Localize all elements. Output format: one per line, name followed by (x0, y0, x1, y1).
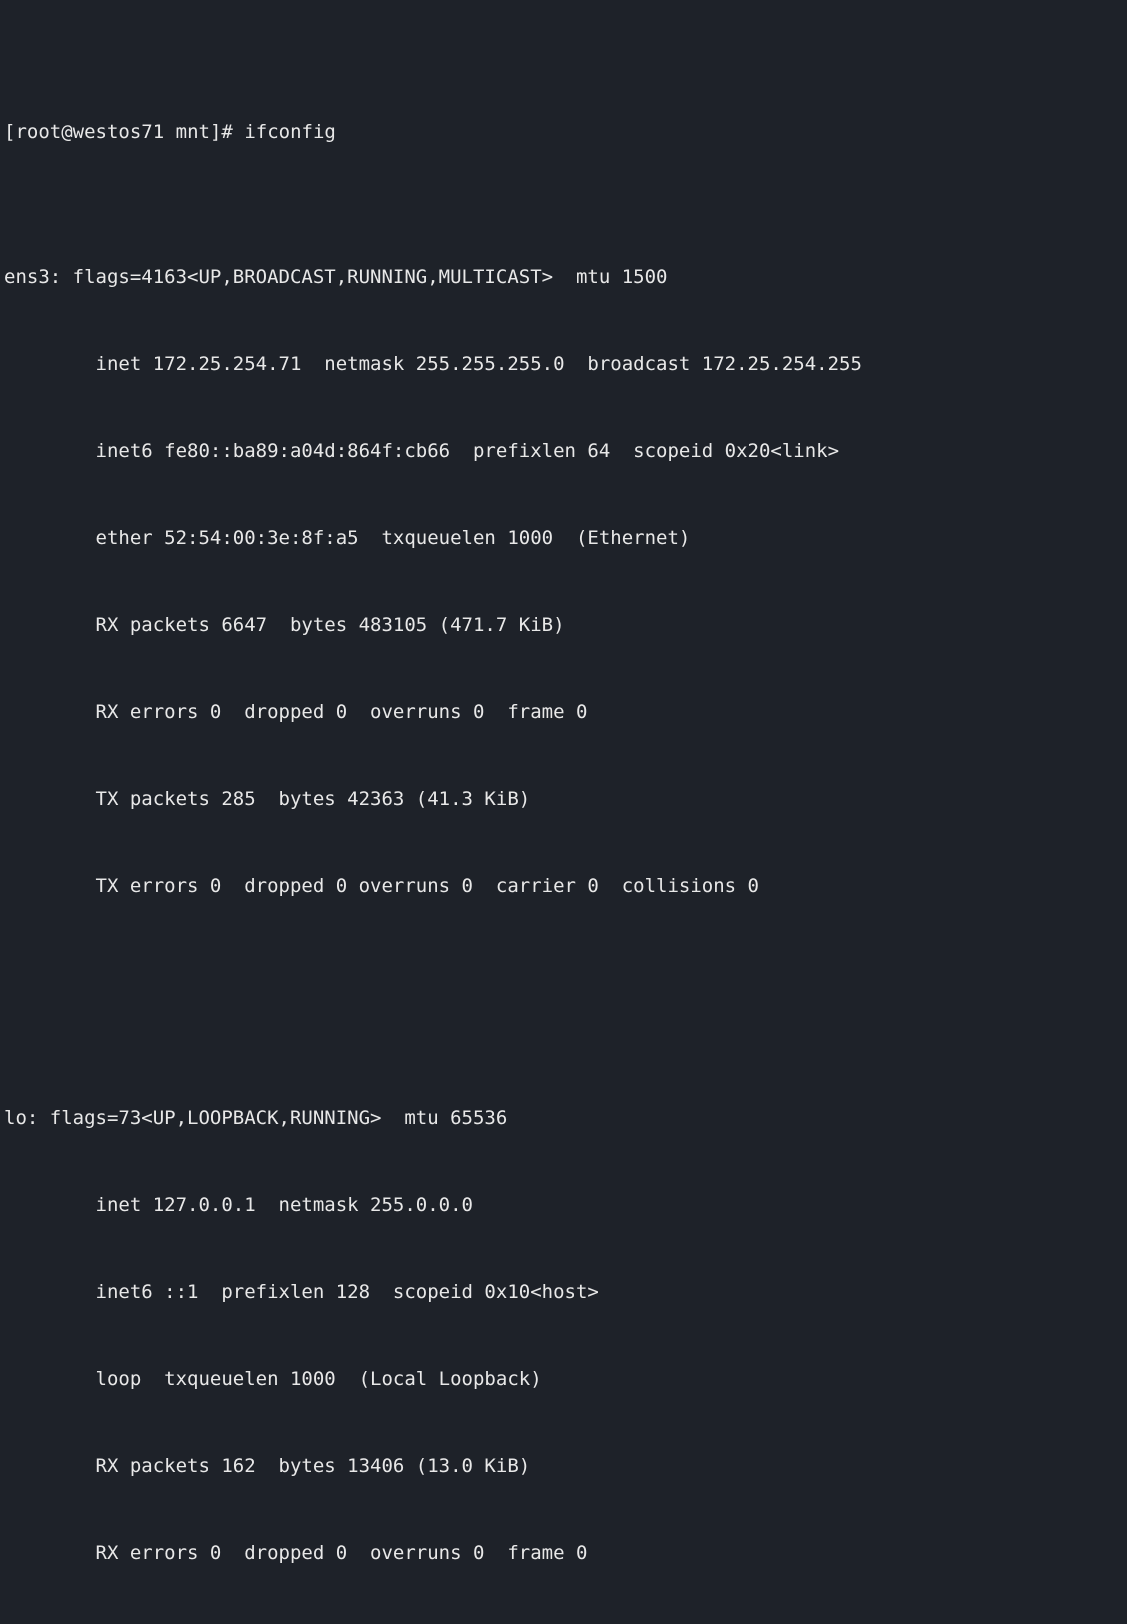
ifconfig-ens3-rx-packets: RX packets 6647 bytes 483105 (471.7 KiB) (4, 611, 1123, 640)
ifconfig-ens3-header: ens3: flags=4163<UP,BROADCAST,RUNNING,MU… (4, 263, 1123, 292)
ifconfig-ens3-inet6: inet6 fe80::ba89:a04d:864f:cb66 prefixle… (4, 437, 1123, 466)
ifconfig-lo-rx-packets: RX packets 162 bytes 13406 (13.0 KiB) (4, 1452, 1123, 1481)
prompt-gap (233, 121, 244, 143)
prompt-close: ] (210, 121, 221, 143)
ifconfig-lo-header: lo: flags=73<UP,LOOPBACK,RUNNING> mtu 65… (4, 1104, 1123, 1133)
terminal-window[interactable]: [root@westos71 mnt]# ifconfig ens3: flag… (0, 0, 1127, 1624)
prompt-cwd: mnt (176, 121, 210, 143)
prompt-host: westos71 (73, 121, 165, 143)
command-text-1: ifconfig (244, 121, 336, 143)
prompt-space (164, 121, 175, 143)
ifconfig-ens3-tx-errors: TX errors 0 dropped 0 overruns 0 carrier… (4, 872, 1123, 901)
ifconfig-lo-loop: loop txqueuelen 1000 (Local Loopback) (4, 1365, 1123, 1394)
prompt-open: [ (4, 121, 15, 143)
ifconfig-ens3-tx-packets: TX packets 285 bytes 42363 (41.3 KiB) (4, 785, 1123, 814)
prompt-at: @ (61, 121, 72, 143)
prompt-symbol: # (221, 121, 232, 143)
ifconfig-lo-inet: inet 127.0.0.1 netmask 255.0.0.0 (4, 1191, 1123, 1220)
ifconfig-lo-inet6: inet6 ::1 prefixlen 128 scopeid 0x10<hos… (4, 1278, 1123, 1307)
prompt-user: root (15, 121, 61, 143)
blank-line-1 (4, 959, 1123, 988)
ifconfig-ens3-rx-errors: RX errors 0 dropped 0 overruns 0 frame 0 (4, 698, 1123, 727)
ifconfig-ens3-ether: ether 52:54:00:3e:8f:a5 txqueuelen 1000 … (4, 524, 1123, 553)
prompt-line-1[interactable]: [root@westos71 mnt]# ifconfig (4, 118, 1123, 147)
ifconfig-lo-rx-errors: RX errors 0 dropped 0 overruns 0 frame 0 (4, 1539, 1123, 1568)
ifconfig-ens3-inet: inet 172.25.254.71 netmask 255.255.255.0… (4, 350, 1123, 379)
